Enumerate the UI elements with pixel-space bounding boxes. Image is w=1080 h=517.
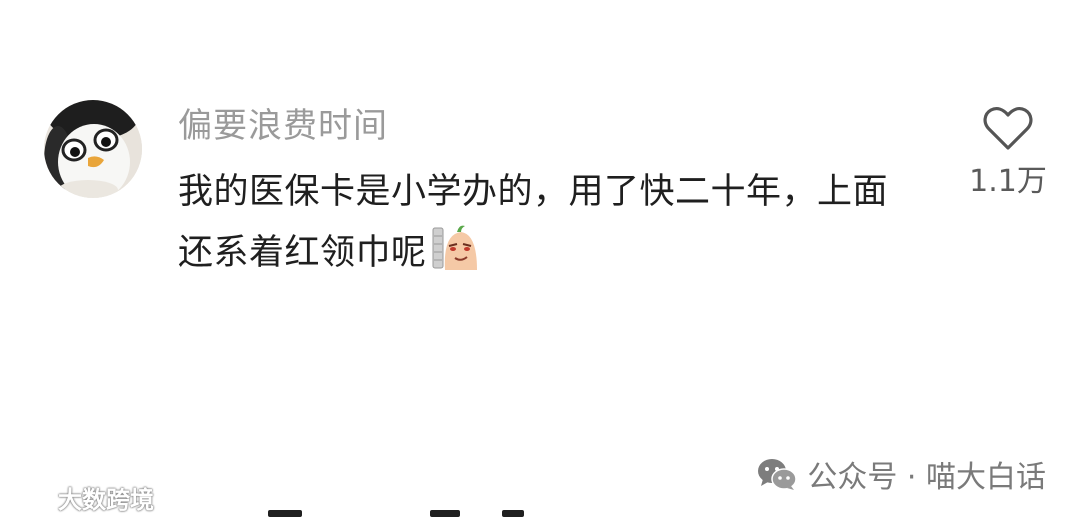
- comment-item: 偏要浪费时间 我的医保卡是小学办的，用了快二十年，上面还系着红领巾呢 1.1万: [0, 0, 1080, 300]
- comment-body: 我的医保卡是小学办的，用了快二十年，上面还系着红领巾呢: [178, 162, 918, 283]
- like-button[interactable]: 1.1万: [960, 100, 1056, 210]
- cropped-text-fragment: [268, 510, 302, 517]
- watermark-logo-icon: [9, 488, 49, 505]
- watermark-text: 大数跨境: [58, 485, 154, 514]
- heart-outline-icon: [983, 107, 1033, 150]
- cropped-text-fragment: [502, 510, 524, 517]
- comment-text: 我的医保卡是小学办的，用了快二十年，上面还系着红领巾呢: [178, 172, 889, 273]
- comment-username[interactable]: 偏要浪费时间: [178, 104, 388, 148]
- smirking-bean-emoji-icon: [431, 222, 481, 272]
- like-count: 1.1万: [969, 164, 1047, 199]
- account-brand: 公众号 · 喵大白话: [757, 452, 1046, 496]
- penguin-plush-avatar-icon: [44, 100, 142, 198]
- watermark: 大数跨境: [8, 480, 154, 514]
- cropped-text-fragment: [430, 510, 460, 517]
- wechat-icon: [758, 459, 798, 490]
- avatar[interactable]: [44, 100, 142, 198]
- brand-text: 公众号 · 喵大白话: [807, 460, 1046, 495]
